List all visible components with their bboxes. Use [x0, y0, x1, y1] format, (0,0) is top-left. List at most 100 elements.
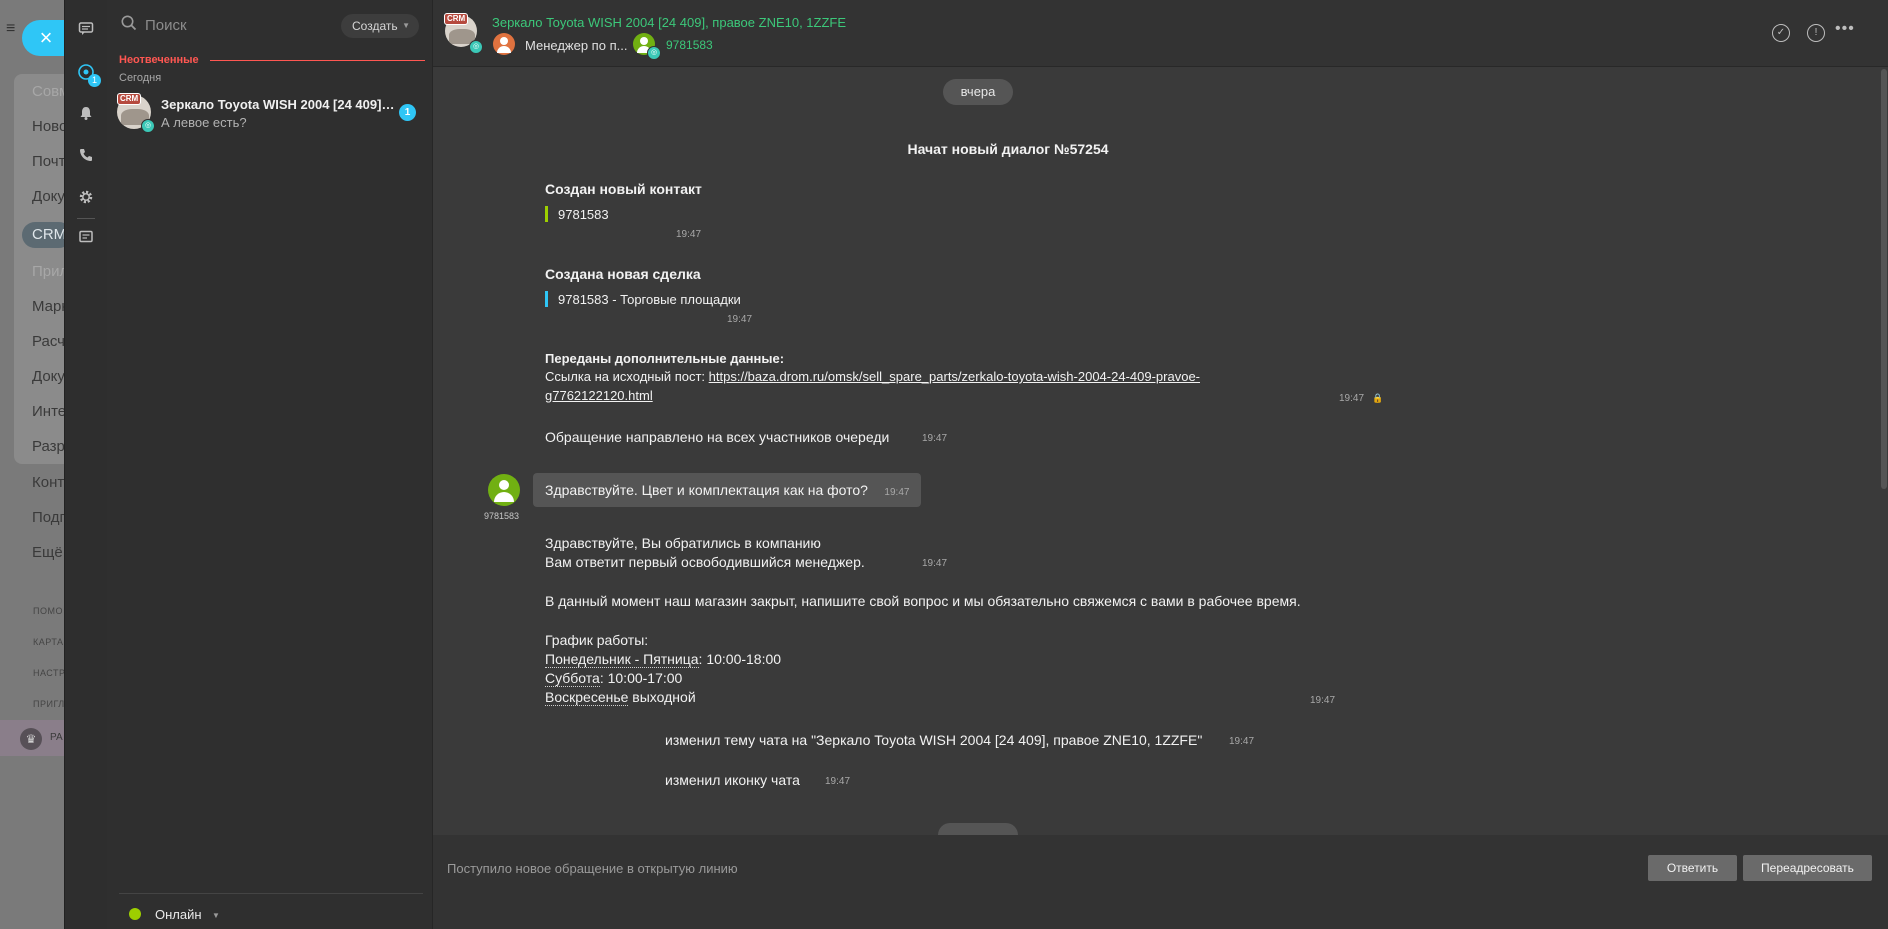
auto-reply-line: Вам ответит первый освободившийся менедж… — [545, 554, 865, 570]
online-status-icon — [129, 908, 141, 920]
recent-chat-item[interactable] — [107, 88, 432, 136]
auto-reply-line: Здравствуйте, Вы обратились в компанию — [545, 535, 821, 551]
chat-preview: А левое есть? — [161, 115, 247, 130]
recent-chats-panel: Создать ▼ Неотвеченные Сегодня CRM ◎ Зер… — [107, 0, 433, 929]
background-menu-group — [14, 257, 64, 462]
crm-tag: CRM — [117, 93, 142, 105]
answer-button[interactable]: Ответить — [1648, 855, 1737, 881]
queue-notice: Обращение направлено на всех участников … — [545, 429, 890, 445]
chat-title[interactable]: Зеркало Toyota WISH 2004 [24 409], право… — [492, 15, 846, 30]
forward-button[interactable]: Переадресовать — [1743, 855, 1872, 881]
message-time: 19:47 — [922, 558, 948, 569]
client-name[interactable]: 9781583 — [666, 38, 713, 52]
tasks-icon[interactable] — [76, 229, 96, 249]
chat-footer: Поступило новое обращение в открытую лин… — [433, 835, 1888, 929]
create-button[interactable]: Создать ▼ — [341, 14, 419, 38]
message-time: 19:47 — [676, 229, 702, 240]
closed-notice: В данный момент наш магазин закрыт, напи… — [545, 593, 1301, 609]
chevron-down-icon: ▼ — [402, 21, 410, 30]
bell-icon[interactable] — [76, 105, 96, 125]
open-line-icon: ◎ — [469, 40, 483, 54]
client-message-text: Здравствуйте. Цвет и комплектация как на… — [545, 482, 868, 498]
manager-avatar[interactable] — [493, 33, 515, 55]
background-menu-item: Марк — [32, 298, 64, 315]
background-menu-item: Почт — [32, 153, 64, 170]
source-post-line: Ссылка на исходный пост: https://baza.dr… — [545, 369, 1200, 384]
date-separator: вчера — [943, 79, 1013, 105]
topic-changed-notice: изменил тему чата на "Зеркало Toyota WIS… — [665, 732, 1203, 748]
schedule-row: Понедельник - Пятница: 10:00-18:00 — [545, 651, 782, 668]
panel-divider — [119, 893, 423, 894]
schedule-title: График работы: — [545, 632, 649, 648]
deal-marker — [545, 291, 548, 307]
background-menu-item: Доку — [32, 368, 64, 385]
gear-icon[interactable] — [76, 189, 96, 209]
create-button-label: Создать — [352, 19, 398, 33]
background-small-item: НАСТР — [33, 668, 64, 678]
source-post-link[interactable]: g7762122120.html — [545, 388, 653, 403]
search-icon — [120, 14, 138, 32]
background-menu-item: Инте — [32, 403, 64, 420]
message-list[interactable]: вчера Начат новый диалог №57254 Создан н… — [433, 67, 1888, 835]
close-messenger-button[interactable]: × — [22, 20, 66, 56]
background-menu-item: Ново — [32, 118, 64, 135]
open-line-icon: ◎ — [647, 46, 661, 60]
dialog-started-notice: Начат новый диалог №57254 — [907, 141, 1109, 157]
message-time: 19:47 — [1310, 695, 1336, 706]
contact-marker — [545, 206, 548, 222]
scrollbar-thumb[interactable] — [1881, 69, 1887, 489]
client-name: 9781583 — [484, 511, 520, 521]
unanswered-section-title: Неотвеченные — [119, 54, 199, 66]
background-menu-item: Конт — [32, 474, 64, 491]
info-icon[interactable]: ! — [1807, 24, 1825, 42]
phone-icon[interactable] — [76, 147, 96, 167]
chats-icon[interactable] — [76, 21, 96, 41]
chat-header: CRM ◎ Зеркало Toyota WISH 2004 [24 409],… — [433, 0, 1888, 67]
background-menu-item: Совм — [32, 83, 64, 100]
system-message-title: Создана новая сделка — [545, 266, 701, 282]
schedule-hours: : 10:00-18:00 — [698, 651, 782, 667]
schedule-day: Понедельник - Пятница — [545, 651, 699, 668]
background-menu-item: Ещё — [32, 544, 63, 561]
icon-changed-notice: изменил иконку чата — [665, 772, 800, 788]
schedule-row: Суббота: 10:00-17:00 — [545, 670, 683, 687]
background-menu-item: Расч — [32, 333, 64, 350]
check-circle-icon[interactable]: ✓ — [1772, 24, 1790, 42]
source-post-link-continued: g7762122120.html — [545, 388, 653, 403]
schedule-day: Воскресенье — [545, 689, 629, 706]
schedule-day: Суббота — [545, 670, 600, 687]
new-request-notice: Поступило новое обращение в открытую лин… — [447, 861, 738, 876]
message-time: 19:47 — [1339, 393, 1365, 404]
messenger-icon-rail: 1 — [64, 0, 107, 929]
crm-tag: CRM — [444, 13, 469, 25]
rail-divider — [77, 218, 95, 219]
background-menu-item: Доку — [32, 188, 64, 205]
deal-link[interactable]: 9781583 - Торговые площадки — [558, 292, 741, 307]
schedule-hours: выходной — [628, 689, 696, 705]
chat-title: Зеркало Toyota WISH 2004 [24 409], право… — [161, 97, 397, 112]
menu-icon: ≡ — [6, 20, 16, 37]
client-message-bubble[interactable]: Здравствуйте. Цвет и комплектация как на… — [533, 473, 922, 507]
background-bottom-label: РА — [50, 732, 63, 743]
background-small-item: КАРТА — [33, 637, 64, 647]
status-selector[interactable]: Онлайн — [155, 907, 202, 922]
search-input[interactable] — [145, 14, 335, 36]
source-post-label: Ссылка на исходный пост: — [545, 369, 709, 384]
schedule-hours: : 10:00-17:00 — [599, 670, 683, 686]
chevron-down-icon[interactable]: ▼ — [212, 911, 220, 920]
crown-icon: ♛ — [20, 728, 42, 750]
date-separator — [938, 823, 1018, 835]
system-message-title: Переданы дополнительные данные: — [545, 351, 785, 366]
more-icon[interactable]: ••• — [1835, 20, 1855, 38]
unread-count-badge: 1 — [399, 104, 416, 121]
open-line-icon: ◎ — [141, 119, 155, 133]
contact-link[interactable]: 9781583 — [558, 207, 609, 222]
manager-name[interactable]: Менеджер по п... — [525, 38, 627, 53]
background-small-item: ПОМО — [33, 606, 63, 616]
background-menu-item: Разр — [32, 438, 64, 455]
open-lines-count-badge: 1 — [88, 74, 101, 87]
client-avatar[interactable] — [488, 474, 520, 506]
source-post-link[interactable]: https://baza.drom.ru/omsk/sell_spare_par… — [709, 369, 1200, 384]
background-small-item: ПРИГЛ — [33, 699, 64, 709]
schedule-row: Воскресенье выходной — [545, 689, 696, 706]
